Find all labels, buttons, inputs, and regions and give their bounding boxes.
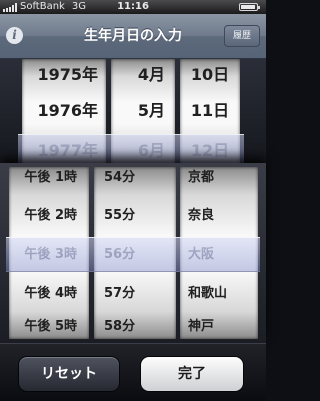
history-button[interactable]: 履歴 bbox=[224, 25, 260, 47]
year-wheel[interactable]: 1975年 1976年 1977年 bbox=[22, 59, 106, 167]
date-picker: 1975年 1976年 1977年 4月 5月 6月 10日 11日 12日 bbox=[0, 59, 266, 170]
navigation-bar: i 生年月日の入力 履歴 bbox=[0, 14, 266, 59]
minute-option-selected[interactable]: 56分 bbox=[94, 238, 176, 272]
minute-option[interactable]: 55分 bbox=[94, 199, 176, 233]
place-option[interactable]: 京都 bbox=[180, 167, 258, 195]
hour-option-selected[interactable]: 午後 3時 bbox=[9, 238, 89, 272]
bottom-toolbar: リセット 完了 bbox=[0, 343, 266, 401]
place-wheel[interactable]: 京都 奈良 大阪 和歌山 神戸 bbox=[180, 167, 258, 339]
hour-option[interactable]: 午後 4時 bbox=[9, 277, 89, 311]
status-bar: SoftBank 3G 11:16 bbox=[0, 0, 266, 14]
info-icon[interactable]: i bbox=[6, 27, 23, 44]
status-time: 11:16 bbox=[117, 1, 149, 12]
minute-wheel[interactable]: 54分 55分 56分 57分 58分 bbox=[94, 167, 176, 339]
place-option[interactable]: 神戸 bbox=[180, 310, 258, 339]
hour-option[interactable]: 午後 2時 bbox=[9, 199, 89, 233]
minute-option[interactable]: 57分 bbox=[94, 277, 176, 311]
minute-option[interactable]: 54分 bbox=[94, 167, 176, 195]
reset-button[interactable]: リセット bbox=[18, 356, 120, 392]
day-option[interactable]: 10日 bbox=[180, 59, 240, 91]
year-option[interactable]: 1976年 bbox=[22, 95, 106, 127]
minute-option[interactable]: 58分 bbox=[94, 310, 176, 339]
year-option[interactable]: 1975年 bbox=[22, 59, 106, 91]
place-option[interactable]: 和歌山 bbox=[180, 277, 258, 311]
time-place-picker: 午後 1時 午後 2時 午後 3時 午後 4時 午後 5時 54分 55分 56… bbox=[0, 163, 266, 343]
month-option[interactable]: 5月 bbox=[111, 95, 175, 127]
month-wheel[interactable]: 4月 5月 6月 bbox=[111, 59, 175, 167]
place-option-selected[interactable]: 大阪 bbox=[180, 238, 258, 272]
day-option[interactable]: 11日 bbox=[180, 95, 240, 127]
place-option[interactable]: 奈良 bbox=[180, 199, 258, 233]
hour-option[interactable]: 午後 1時 bbox=[9, 167, 89, 195]
hour-option[interactable]: 午後 5時 bbox=[9, 310, 89, 339]
hour-wheel[interactable]: 午後 1時 午後 2時 午後 3時 午後 4時 午後 5時 bbox=[9, 167, 89, 339]
month-option[interactable]: 4月 bbox=[111, 59, 175, 91]
day-wheel[interactable]: 10日 11日 12日 bbox=[180, 59, 240, 167]
battery-icon bbox=[239, 3, 260, 11]
page-title: 生年月日の入力 bbox=[84, 28, 182, 44]
done-button[interactable]: 完了 bbox=[140, 356, 244, 392]
